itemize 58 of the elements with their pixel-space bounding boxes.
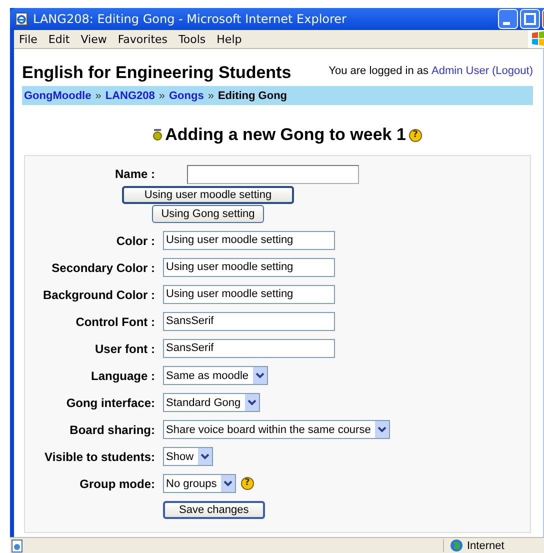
select-dropdown[interactable]: Show xyxy=(163,447,213,466)
module-icon xyxy=(153,129,162,141)
text-field[interactable]: Using user moodle setting xyxy=(163,231,335,250)
setting-button[interactable]: Using user moodle setting xyxy=(122,186,294,204)
window-title: LANG208: Editing Gong - Microsoft Internet Explorer xyxy=(33,12,348,26)
menu-item[interactable]: File xyxy=(14,32,44,46)
breadcrumb-link[interactable]: Gongs xyxy=(169,90,204,102)
field-label: Language : xyxy=(90,368,156,382)
menu-item[interactable]: Favorites xyxy=(112,32,174,46)
globe-icon xyxy=(450,539,463,552)
text-field[interactable]: SansSerif xyxy=(163,312,335,331)
field-label: Visible to students: xyxy=(44,450,156,464)
field-label: Name : xyxy=(114,167,156,181)
maximize-icon[interactable] xyxy=(520,9,540,29)
select-value: Same as moodle xyxy=(165,370,250,382)
menu-item[interactable]: Tools xyxy=(174,32,212,46)
breadcrumb-link[interactable]: LANG208 xyxy=(105,90,155,102)
menu-item[interactable]: View xyxy=(76,32,113,46)
field-label: Control Font : xyxy=(74,314,156,328)
field-label: Board sharing: xyxy=(68,422,156,436)
status-zone: Internet xyxy=(467,540,504,552)
save-button[interactable]: Save changes xyxy=(163,500,265,518)
text-field[interactable]: SansSerif xyxy=(163,339,335,358)
breadcrumb-separator: » xyxy=(158,90,165,102)
select-value: Share voice board within the same course xyxy=(165,424,372,436)
breadcrumb-link[interactable]: GongMoodle xyxy=(24,90,92,102)
field-label: Color : xyxy=(115,234,156,248)
select-dropdown[interactable]: Standard Gong xyxy=(163,393,260,412)
login-text: You are logged in as xyxy=(328,65,429,77)
minimize-icon[interactable] xyxy=(498,9,518,29)
user-link[interactable]: Admin User xyxy=(432,65,490,77)
text-field[interactable]: Using user moodle setting xyxy=(163,285,335,304)
browser-icon xyxy=(15,12,29,26)
select-value: No groups xyxy=(165,478,218,490)
field-label: User font : xyxy=(94,342,156,356)
help-icon[interactable]: ? xyxy=(408,128,422,142)
select-dropdown[interactable]: Share voice board within the same course xyxy=(163,420,390,439)
select-dropdown[interactable]: Same as moodle xyxy=(163,366,268,385)
field-label: Background Color : xyxy=(42,288,156,302)
text-field[interactable]: Using user moodle setting xyxy=(163,258,335,277)
setting-button[interactable]: Using Gong setting xyxy=(152,205,264,223)
page-icon xyxy=(10,538,24,552)
breadcrumb-separator: » xyxy=(208,90,214,102)
menu-item[interactable]: Help xyxy=(212,32,248,46)
field-label: Gong interface: xyxy=(65,396,156,410)
menu-item[interactable]: Edit xyxy=(43,32,76,46)
select-value: Standard Gong xyxy=(165,396,242,408)
site-title: English for Engineering Students xyxy=(22,63,292,83)
field-label: Group mode: xyxy=(78,476,156,490)
select-value: Show xyxy=(165,450,195,462)
field-label: Secondary Color : xyxy=(50,260,156,274)
input-field[interactable] xyxy=(187,164,359,184)
page-heading: Adding a new Gong to week 1 xyxy=(165,125,406,145)
breadcrumb-current: Editing Gong xyxy=(218,90,288,102)
logout-link[interactable]: (Logout) xyxy=(492,65,533,77)
help-icon[interactable]: ? xyxy=(240,477,254,490)
select-dropdown[interactable]: No groups xyxy=(163,474,236,493)
breadcrumb-separator: » xyxy=(95,90,102,102)
